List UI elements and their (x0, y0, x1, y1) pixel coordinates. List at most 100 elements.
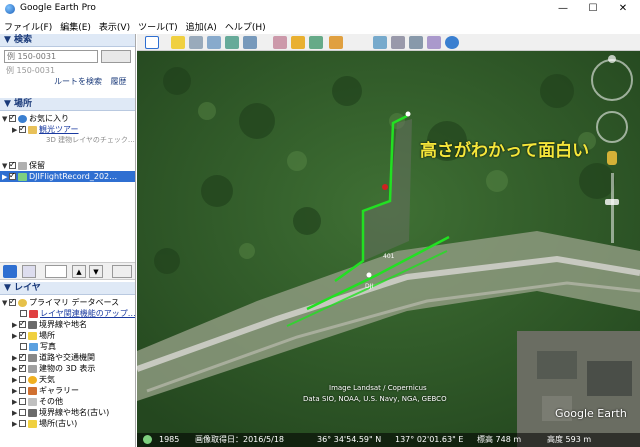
close-button[interactable]: ✕ (608, 2, 638, 16)
record-tour-icon[interactable] (243, 36, 257, 49)
menu-view[interactable]: 表示(V) (99, 20, 130, 33)
favorites-checkbox[interactable] (9, 113, 16, 123)
layer-primary-db[interactable]: ▼プライマリ データベース (0, 297, 135, 308)
pending-checkbox[interactable] (9, 160, 16, 170)
layer-label: 境界線や地名 (39, 320, 87, 329)
look-control[interactable] (591, 59, 633, 101)
search-hint: 例 150-0031 (6, 66, 56, 75)
place-icon (28, 419, 37, 428)
panel-toggle-icon[interactable] (22, 265, 36, 278)
layer-other[interactable]: ▶ その他 (0, 396, 135, 407)
ruler-icon[interactable] (329, 36, 343, 49)
north-icon[interactable] (608, 55, 616, 63)
maximize-button[interactable]: ☐ (578, 2, 608, 16)
layer-checkbox[interactable] (19, 319, 26, 329)
sunlight-icon[interactable] (291, 36, 305, 49)
other-icon (28, 397, 37, 406)
maps-icon[interactable] (427, 36, 441, 49)
menu-edit[interactable]: 編集(E) (60, 20, 91, 33)
layers-header[interactable]: ▼ レイヤ (0, 282, 135, 295)
layer-places-old[interactable]: ▶ 場所(古い) (0, 418, 135, 429)
layer-checkbox[interactable] (19, 387, 26, 394)
map-view[interactable]: 高さがわかって面白い 401 DJI Image Landsat / Coper… (137, 51, 640, 447)
menu-help[interactable]: ヘルプ(H) (225, 20, 266, 33)
layer-places[interactable]: ▶場所 (0, 330, 135, 341)
print-icon[interactable] (391, 36, 405, 49)
place-flight-record[interactable]: ▶DJIFlightRecord_202… (0, 171, 135, 182)
move-up-icon[interactable]: ▲ (72, 265, 86, 278)
flight-record-checkbox[interactable] (9, 171, 16, 181)
tour-checkbox[interactable] (19, 124, 26, 134)
layer-checkbox[interactable] (20, 343, 27, 350)
folder-menu-icon[interactable] (112, 265, 132, 278)
route-link[interactable]: ルートを検索 (54, 77, 102, 86)
menu-add[interactable]: 追加(A) (186, 20, 217, 33)
layer-checkbox[interactable] (19, 376, 26, 383)
layer-checkbox[interactable] (9, 297, 16, 307)
move-control[interactable] (596, 111, 628, 143)
search-button[interactable] (101, 50, 131, 63)
placemark-icon[interactable] (171, 36, 185, 49)
layer-gallery[interactable]: ▶ ギャラリー (0, 385, 135, 396)
search-header[interactable]: ▼ 検索 (0, 34, 135, 47)
flag-icon (28, 320, 37, 329)
layer-checkbox[interactable] (19, 352, 26, 362)
planets-icon[interactable] (309, 36, 323, 49)
menu-tools[interactable]: ツール(T) (138, 20, 178, 33)
place-tour[interactable]: ▶観光ツアー (0, 124, 135, 135)
layer-photos[interactable]: 写真 (0, 341, 135, 352)
track-label-401: 401 (383, 253, 395, 260)
path-icon[interactable] (207, 36, 221, 49)
layer-weather[interactable]: ▶ 天気 (0, 374, 135, 385)
move-down-icon[interactable]: ▼ (89, 265, 103, 278)
layer-checkbox[interactable] (19, 363, 26, 373)
search-input[interactable] (4, 50, 98, 63)
layer-checkbox[interactable] (19, 409, 26, 416)
layer-update[interactable]: レイヤ関連機能のアップ… (0, 308, 135, 319)
tour-label[interactable]: 観光ツアー (39, 125, 79, 134)
earth-view-icon[interactable] (445, 36, 459, 49)
layer-label: 写真 (40, 342, 56, 351)
polygon-icon[interactable] (189, 36, 203, 49)
places-header[interactable]: ▼ 場所 (0, 98, 135, 111)
layer-label: その他 (39, 397, 63, 406)
email-icon[interactable] (373, 36, 387, 49)
zoom-handle[interactable] (605, 199, 619, 205)
layer-label[interactable]: レイヤ関連機能のアップ… (40, 309, 135, 318)
save-image-icon[interactable] (409, 36, 423, 49)
history-link[interactable]: 履歴 (111, 77, 127, 86)
layer-roads[interactable]: ▶道路や交通機関 (0, 352, 135, 363)
flight-record-label: DJIFlightRecord_202… (29, 172, 118, 181)
search-links: ルートを検索 履歴 (0, 76, 135, 89)
place-favorites[interactable]: ▼お気に入り (0, 113, 135, 124)
history-icon[interactable] (273, 36, 287, 49)
layer-checkbox[interactable] (19, 398, 26, 405)
street-view-icon[interactable] (607, 151, 617, 165)
imagery-credit: Image Landsat / Copernicus (329, 384, 427, 392)
window-title: Google Earth Pro (20, 3, 96, 13)
place-pending[interactable]: ▼保留 (0, 160, 135, 171)
image-overlay-icon[interactable] (225, 36, 239, 49)
place-icon (28, 331, 37, 340)
layer-checkbox[interactable] (20, 310, 27, 317)
layer-3d-buildings[interactable]: ▶建物の 3D 表示 (0, 363, 135, 374)
layer-borders-old[interactable]: ▶ 境界線や地名(古い) (0, 407, 135, 418)
layer-checkbox[interactable] (19, 330, 26, 340)
places-filter-input[interactable] (45, 265, 67, 278)
elevation: 標高 748 m (477, 435, 522, 444)
minimize-button[interactable]: — (548, 2, 578, 16)
history-year-icon[interactable] (143, 435, 152, 444)
sidebar-toggle-icon[interactable] (145, 36, 159, 49)
app-icon (5, 4, 15, 14)
layer-borders[interactable]: ▶境界線や地名 (0, 319, 135, 330)
layer-label: 場所(古い) (39, 419, 78, 428)
building-icon (28, 364, 37, 373)
menu-file[interactable]: ファイル(F) (4, 20, 52, 33)
search-places-icon[interactable] (3, 265, 17, 278)
folder-icon (28, 125, 37, 134)
layer-label: 道路や交通機関 (39, 353, 95, 362)
layer-checkbox[interactable] (19, 420, 26, 427)
zoom-slider[interactable] (611, 173, 614, 243)
side-panel: ▼ 検索 例 150-0031 ルートを検索 履歴 ▼ 場所 ▼お気に入り ▶観… (0, 34, 136, 447)
layer-label: 場所 (39, 331, 55, 340)
